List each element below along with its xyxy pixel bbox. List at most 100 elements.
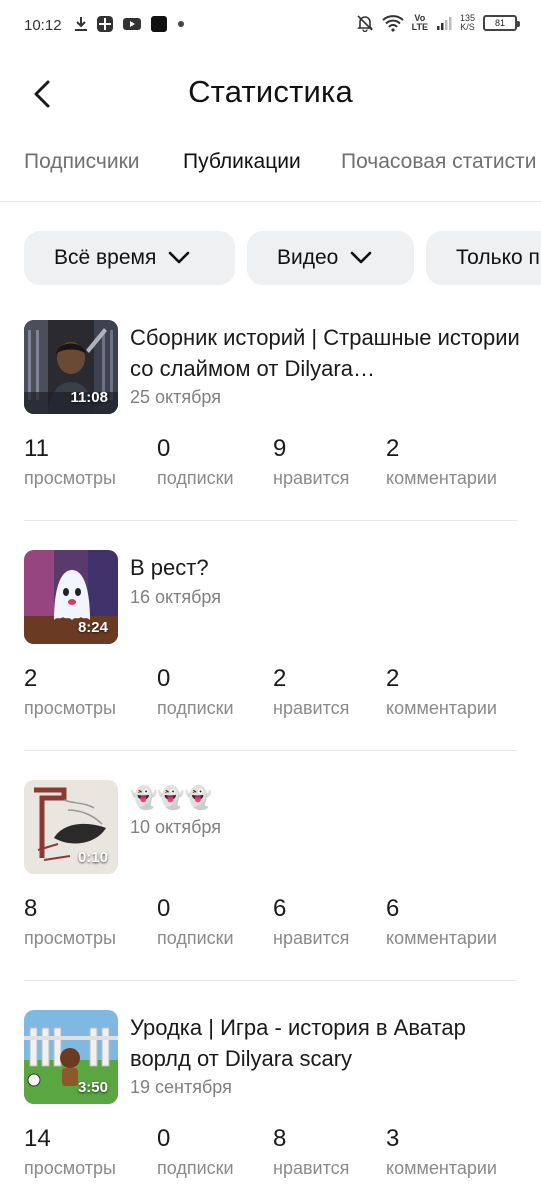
app-header: Статистика: [0, 60, 541, 130]
publication-title: Уродка | Игра - история в Аватар ворлд о…: [130, 1015, 466, 1071]
stat-views: 8 просмотры: [24, 894, 116, 950]
publication-title: Сборник историй | Страшные истории со сл…: [130, 325, 520, 381]
video-duration: 0:10: [77, 849, 108, 866]
divider: [24, 980, 517, 981]
content-type-filter-label: Видео: [277, 246, 339, 269]
stat-value: 2: [273, 665, 287, 692]
app-grid-icon: [97, 16, 113, 32]
stat-value: 14: [24, 1125, 51, 1152]
stat-likes: 8 нравится: [273, 1124, 349, 1180]
tab-hourly-stats[interactable]: Почасовая статисти: [341, 150, 536, 174]
network-speed: 135 K/S: [459, 13, 475, 32]
video-duration: 11:08: [70, 389, 108, 406]
stat-label: просмотры: [24, 698, 116, 718]
divider: [24, 520, 517, 521]
stat-value: 2: [24, 665, 38, 692]
video-thumbnail[interactable]: 3:50: [24, 1010, 118, 1104]
more-notifications-icon: [178, 21, 184, 27]
publication-stats: 14 просмотры 0 подписки 8 нравится 3 ком…: [0, 1124, 541, 1184]
stat-value: 3: [386, 1125, 400, 1152]
stat-value: 0: [157, 1125, 171, 1152]
stat-value: 8: [24, 895, 38, 922]
stat-label: комментарии: [386, 928, 497, 948]
publication-item[interactable]: 8:24 В рест? 16 октября 2 просмотры 0 по…: [0, 550, 541, 780]
publication-title: В рест?: [130, 555, 209, 580]
stat-label: подписки: [157, 698, 234, 718]
video-duration: 8:24: [77, 619, 108, 636]
stat-comments: 3 комментарии: [386, 1124, 497, 1180]
publication-date: 10 октября: [130, 817, 221, 837]
page-title: Статистика: [188, 74, 353, 109]
status-time: 10:12: [24, 17, 62, 34]
stat-comments: 6 комментарии: [386, 894, 497, 950]
publication-item[interactable]: 0:10 👻👻👻 10 октября 8 просмотры 0 подпис…: [0, 780, 541, 1010]
chevron-down-icon: [351, 251, 372, 264]
chevron-down-icon: [169, 251, 190, 264]
youtube-icon: [123, 18, 141, 30]
stat-label: подписки: [157, 468, 234, 488]
stat-subscriptions: 0 подписки: [157, 434, 234, 490]
video-thumbnail[interactable]: 8:24: [24, 550, 118, 644]
stat-label: нравится: [273, 928, 350, 948]
stat-views: 2 просмотры: [24, 664, 116, 720]
stat-comments: 2 комментарии: [386, 434, 497, 490]
content-type-filter-dropdown[interactable]: Видео: [247, 231, 414, 285]
publication-stats: 11 просмотры 0 подписки 9 нравится 2 ком…: [0, 434, 541, 494]
video-thumbnail[interactable]: 11:08: [24, 320, 118, 414]
stat-label: подписки: [157, 928, 234, 948]
stat-value: 2: [386, 665, 400, 692]
mute-bell-icon: [356, 15, 373, 32]
stat-label: просмотры: [24, 1158, 116, 1178]
video-duration: 3:50: [77, 1079, 108, 1096]
stat-label: комментарии: [386, 468, 497, 488]
period-filter-dropdown[interactable]: Всё время: [24, 231, 235, 285]
period-filter-label: Всё время: [54, 246, 157, 269]
stat-value: 0: [157, 895, 171, 922]
stat-views: 11 просмотры: [24, 434, 116, 490]
download-icon: [75, 17, 87, 31]
publication-date: 16 октября: [130, 587, 221, 607]
stat-label: нравится: [273, 698, 350, 718]
publication-date: 25 октября: [130, 387, 221, 407]
stat-value: 2: [386, 435, 400, 462]
stat-subscriptions: 0 подписки: [157, 894, 234, 950]
publication-item[interactable]: 11:08 Сборник историй | Страшные истории…: [0, 320, 541, 550]
stat-label: подписки: [157, 1158, 234, 1178]
stat-views: 14 просмотры: [24, 1124, 116, 1180]
video-thumbnail[interactable]: 0:10: [24, 780, 118, 874]
publication-item[interactable]: 3:50 Уродка | Игра - история в Аватар во…: [0, 1010, 541, 1200]
stat-value: 6: [386, 895, 400, 922]
stat-value: 0: [157, 435, 171, 462]
publication-title: 👻👻👻: [130, 785, 213, 810]
stat-subscriptions: 0 подписки: [157, 664, 234, 720]
stat-label: комментарии: [386, 1158, 497, 1178]
status-bar: 10:12 Vo LTE 135 K/S 81: [0, 0, 541, 52]
publication-date: 19 сентября: [130, 1077, 232, 1097]
tiktok-icon: [151, 16, 167, 32]
stat-likes: 2 нравится: [273, 664, 349, 720]
only-filter-chip[interactable]: Только п: [426, 231, 541, 285]
stat-value: 6: [273, 895, 287, 922]
stat-label: просмотры: [24, 928, 116, 948]
filter-bar: Всё время Видео Только п: [0, 231, 541, 285]
tab-subscribers[interactable]: Подписчики: [24, 150, 140, 174]
system-icons: Vo LTE 135 K/S 81: [356, 13, 520, 32]
only-filter-label: Только п: [456, 246, 540, 269]
publication-stats: 8 просмотры 0 подписки 6 нравится 6 комм…: [0, 894, 541, 954]
stat-label: комментарии: [386, 698, 497, 718]
signal-icon: [436, 17, 452, 30]
stat-value: 11: [24, 435, 49, 462]
divider: [24, 750, 517, 751]
stat-label: просмотры: [24, 468, 116, 488]
stat-value: 0: [157, 665, 171, 692]
stat-comments: 2 комментарии: [386, 664, 497, 720]
stat-label: нравится: [273, 1158, 350, 1178]
volte-indicator: Vo LTE: [411, 13, 428, 32]
stat-value: 8: [273, 1125, 287, 1152]
wifi-icon: [381, 15, 404, 32]
stat-likes: 6 нравится: [273, 894, 349, 950]
battery-level: 81: [494, 18, 505, 28]
battery-icon: 81: [483, 15, 520, 31]
tab-publications[interactable]: Публикации: [183, 150, 301, 174]
publication-stats: 2 просмотры 0 подписки 2 нравится 2 комм…: [0, 664, 541, 724]
